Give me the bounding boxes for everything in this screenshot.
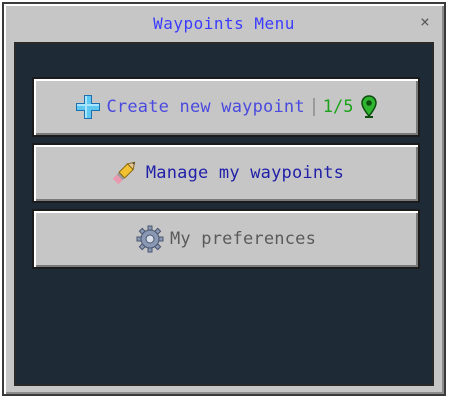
pencil-icon bbox=[108, 157, 140, 189]
gear-icon bbox=[136, 225, 164, 253]
menu-content-panel: Create new waypoint 1/5 Manage my waypoi… bbox=[14, 42, 434, 386]
manage-waypoints-button[interactable]: Manage my waypoints bbox=[32, 143, 420, 203]
waypoints-menu-window: Waypoints Menu × Create new waypoint 1/5 bbox=[2, 2, 446, 396]
map-pin-icon bbox=[361, 95, 378, 119]
create-waypoint-label: Create new waypoint bbox=[106, 97, 305, 117]
title-bar: Waypoints Menu × bbox=[4, 4, 444, 42]
separator bbox=[312, 98, 315, 116]
manage-waypoints-label: Manage my waypoints bbox=[145, 163, 345, 183]
my-preferences-label: My preferences bbox=[169, 229, 317, 249]
close-button[interactable]: × bbox=[416, 13, 434, 31]
my-preferences-button[interactable]: My preferences bbox=[32, 209, 420, 269]
waypoint-counter: 1/5 bbox=[322, 97, 354, 117]
window-title: Waypoints Menu bbox=[153, 13, 295, 33]
plus-icon bbox=[75, 94, 101, 120]
create-new-waypoint-button[interactable]: Create new waypoint 1/5 bbox=[32, 77, 420, 137]
